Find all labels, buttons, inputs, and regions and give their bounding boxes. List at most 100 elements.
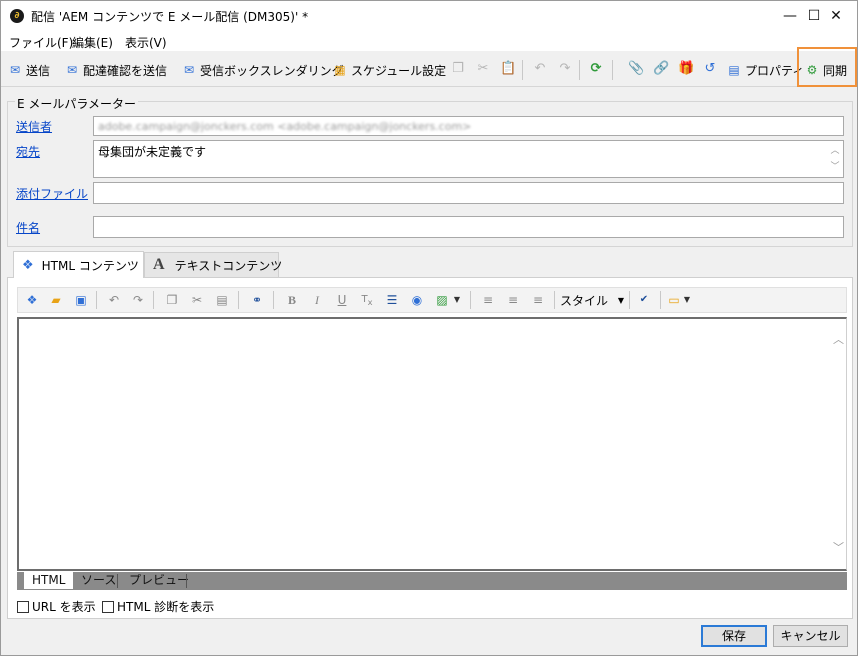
inbox-rendering-button[interactable]: ✉ 受信ボックスレンダリング — [181, 60, 344, 80]
chevron-down-icon: ▼ — [617, 295, 624, 305]
gift-icon[interactable]: 🎁 — [678, 61, 694, 77]
checkbox-box[interactable] — [17, 600, 29, 613]
paste-icon[interactable]: 📋 — [500, 61, 516, 77]
new-document-icon[interactable]: ❖ — [24, 292, 40, 308]
view-tab-html[interactable]: HTML — [23, 572, 75, 590]
find-icon[interactable]: ⚭ — [249, 292, 265, 308]
editor-toolbar-separator — [273, 291, 274, 309]
to-value: 母集団が未定義です — [98, 145, 207, 159]
redo-icon[interactable]: ↷ — [130, 292, 146, 308]
to-field[interactable]: 母集団が未定義です ︿ ﹀ — [93, 140, 844, 178]
sync-highlight — [797, 47, 857, 87]
properties-button[interactable]: ▤ プロパティ — [726, 60, 804, 80]
style-dropdown[interactable]: スタイル ▼ — [560, 291, 624, 309]
chevron-up-icon[interactable]: ︿ — [829, 143, 841, 159]
tab-html-content[interactable]: ❖ HTML コンテンツ — [13, 251, 144, 278]
hyperlink-icon[interactable]: ◉ — [409, 292, 425, 308]
spellcheck-icon[interactable]: ✔ — [636, 292, 652, 308]
calendar-icon: ▦ — [334, 63, 346, 77]
send-proof-button[interactable]: ✉ 配達確認を送信 — [64, 60, 167, 80]
save-button[interactable]: 保存 — [701, 625, 767, 647]
align-center-icon[interactable]: ≡ — [505, 292, 521, 308]
align-left-icon[interactable]: ≡ — [480, 292, 496, 308]
html-editor-area[interactable]: ︿ ﹀ — [17, 317, 847, 571]
envelope-check-icon: ✉ — [66, 63, 78, 77]
undo-icon[interactable]: ↶ — [106, 292, 122, 308]
toolbar-separator — [579, 60, 580, 80]
tab-text-content[interactable]: A テキストコンテンツ — [144, 252, 282, 277]
window-title: 配信 'AEM コンテンツで E メール配信 (DM305)' * — [31, 10, 309, 24]
italic-icon[interactable]: I — [309, 292, 325, 308]
properties-label: プロパティ — [745, 63, 805, 78]
chevron-down-icon[interactable]: ▼ — [682, 292, 692, 308]
cancel-button[interactable]: キャンセル — [773, 625, 848, 647]
editor-toolbar-separator — [629, 291, 630, 309]
show-url-checkbox[interactable]: URL を表示 — [17, 598, 96, 615]
sender-field[interactable]: adobe.campaign@jonckers.com <adobe.campa… — [93, 116, 844, 136]
undo-icon[interactable]: ↶ — [532, 61, 548, 77]
menu-bar: ファイル(F) 編集(E) 表示(V) — [1, 31, 857, 51]
bold-icon[interactable]: B — [284, 292, 300, 308]
save-icon[interactable]: ▣ — [73, 292, 89, 308]
envelope-check-icon: ✉ — [183, 63, 195, 77]
inbox-rendering-label: 受信ボックスレンダリング — [200, 63, 344, 78]
clear-format-icon[interactable]: Tx — [359, 292, 375, 308]
maximize-button[interactable]: ☐ — [769, 1, 821, 31]
toolbar-separator — [612, 60, 613, 80]
cut-icon[interactable]: ✂ — [475, 61, 491, 77]
tab-text-content-label: テキストコンテンツ — [174, 258, 283, 273]
subject-field[interactable] — [93, 216, 844, 238]
editor-toolbar-separator — [96, 291, 97, 309]
to-field-scrollbar[interactable]: ︿ ﹀ — [829, 143, 841, 175]
attachment-icon[interactable]: 📎 — [628, 61, 644, 77]
close-button[interactable]: ✕ — [813, 1, 858, 31]
open-folder-icon[interactable]: ▰ — [48, 292, 64, 308]
schedule-label: スケジュール設定 — [351, 63, 447, 78]
chevron-down-icon[interactable]: ▼ — [452, 292, 462, 308]
editor-toolbar-separator — [238, 291, 239, 309]
schedule-button[interactable]: ▦ スケジュール設定 — [332, 60, 446, 80]
chevron-down-icon[interactable]: ﹀ — [829, 159, 841, 175]
subject-link[interactable]: 件名 — [16, 219, 40, 236]
copy-icon[interactable]: ❐ — [164, 292, 180, 308]
align-right-icon[interactable]: ≡ — [530, 292, 546, 308]
show-url-label: URL を表示 — [32, 600, 96, 614]
tracking-icon[interactable]: ↺ — [702, 61, 718, 77]
underline-icon[interactable]: U — [334, 292, 350, 308]
link-icon[interactable]: 🔗 — [653, 61, 669, 77]
menu-edit[interactable]: 編集(E) — [72, 34, 113, 51]
attachment-link[interactable]: 添付ファイル — [16, 185, 88, 202]
show-html-diagnostics-label: HTML 診断を表示 — [117, 600, 215, 614]
main-toolbar: ✉ 送信 ✉ 配達確認を送信 ✉ 受信ボックスレンダリング ▦ スケジュール設定… — [1, 51, 857, 87]
copy-icon[interactable]: ❐ — [450, 61, 466, 77]
view-tab-separator — [186, 574, 187, 588]
chevron-up-icon[interactable]: ︿ — [833, 331, 844, 347]
editor-toolbar-separator — [660, 291, 661, 309]
editor-toolbar-separator — [153, 291, 154, 309]
sender-link[interactable]: 送信者 — [16, 118, 52, 135]
delivery-window: ∂ 配信 'AEM コンテンツで E メール配信 (DM305)' * — ☐ … — [0, 0, 858, 656]
cut-icon[interactable]: ✂ — [189, 292, 205, 308]
send-label: 送信 — [26, 63, 51, 78]
chevron-down-icon[interactable]: ﹀ — [833, 539, 844, 555]
title-bar: ∂ 配信 'AEM コンテンツで E メール配信 (DM305)' * — ☐ … — [1, 1, 857, 31]
checkbox-box[interactable] — [102, 600, 114, 613]
menu-file[interactable]: ファイル(F) — [9, 34, 73, 51]
clipboard-icon: ▤ — [728, 63, 740, 77]
refresh-icon[interactable]: ⟳ — [588, 61, 604, 77]
send-button[interactable]: ✉ 送信 — [7, 60, 50, 80]
attachment-field[interactable] — [93, 182, 844, 204]
show-html-diagnostics-checkbox[interactable]: HTML 診断を表示 — [102, 598, 214, 615]
to-link[interactable]: 宛先 — [16, 143, 40, 160]
redo-icon[interactable]: ↷ — [557, 61, 573, 77]
editor-view-tabs: HTML ソース プレビュー — [17, 572, 847, 590]
close-icon: ✕ — [830, 8, 842, 24]
paste-icon[interactable]: ▤ — [214, 292, 230, 308]
personalization-icon[interactable]: ▭ — [666, 292, 682, 308]
sender-value: adobe.campaign@jonckers.com <adobe.campa… — [98, 120, 472, 133]
image-icon[interactable]: ▨ — [434, 292, 450, 308]
toolbar-separator — [522, 60, 523, 80]
list-icon[interactable]: ☰ — [384, 292, 400, 308]
tab-html-content-label: HTML コンテンツ — [41, 258, 139, 273]
menu-view[interactable]: 表示(V) — [125, 34, 167, 51]
